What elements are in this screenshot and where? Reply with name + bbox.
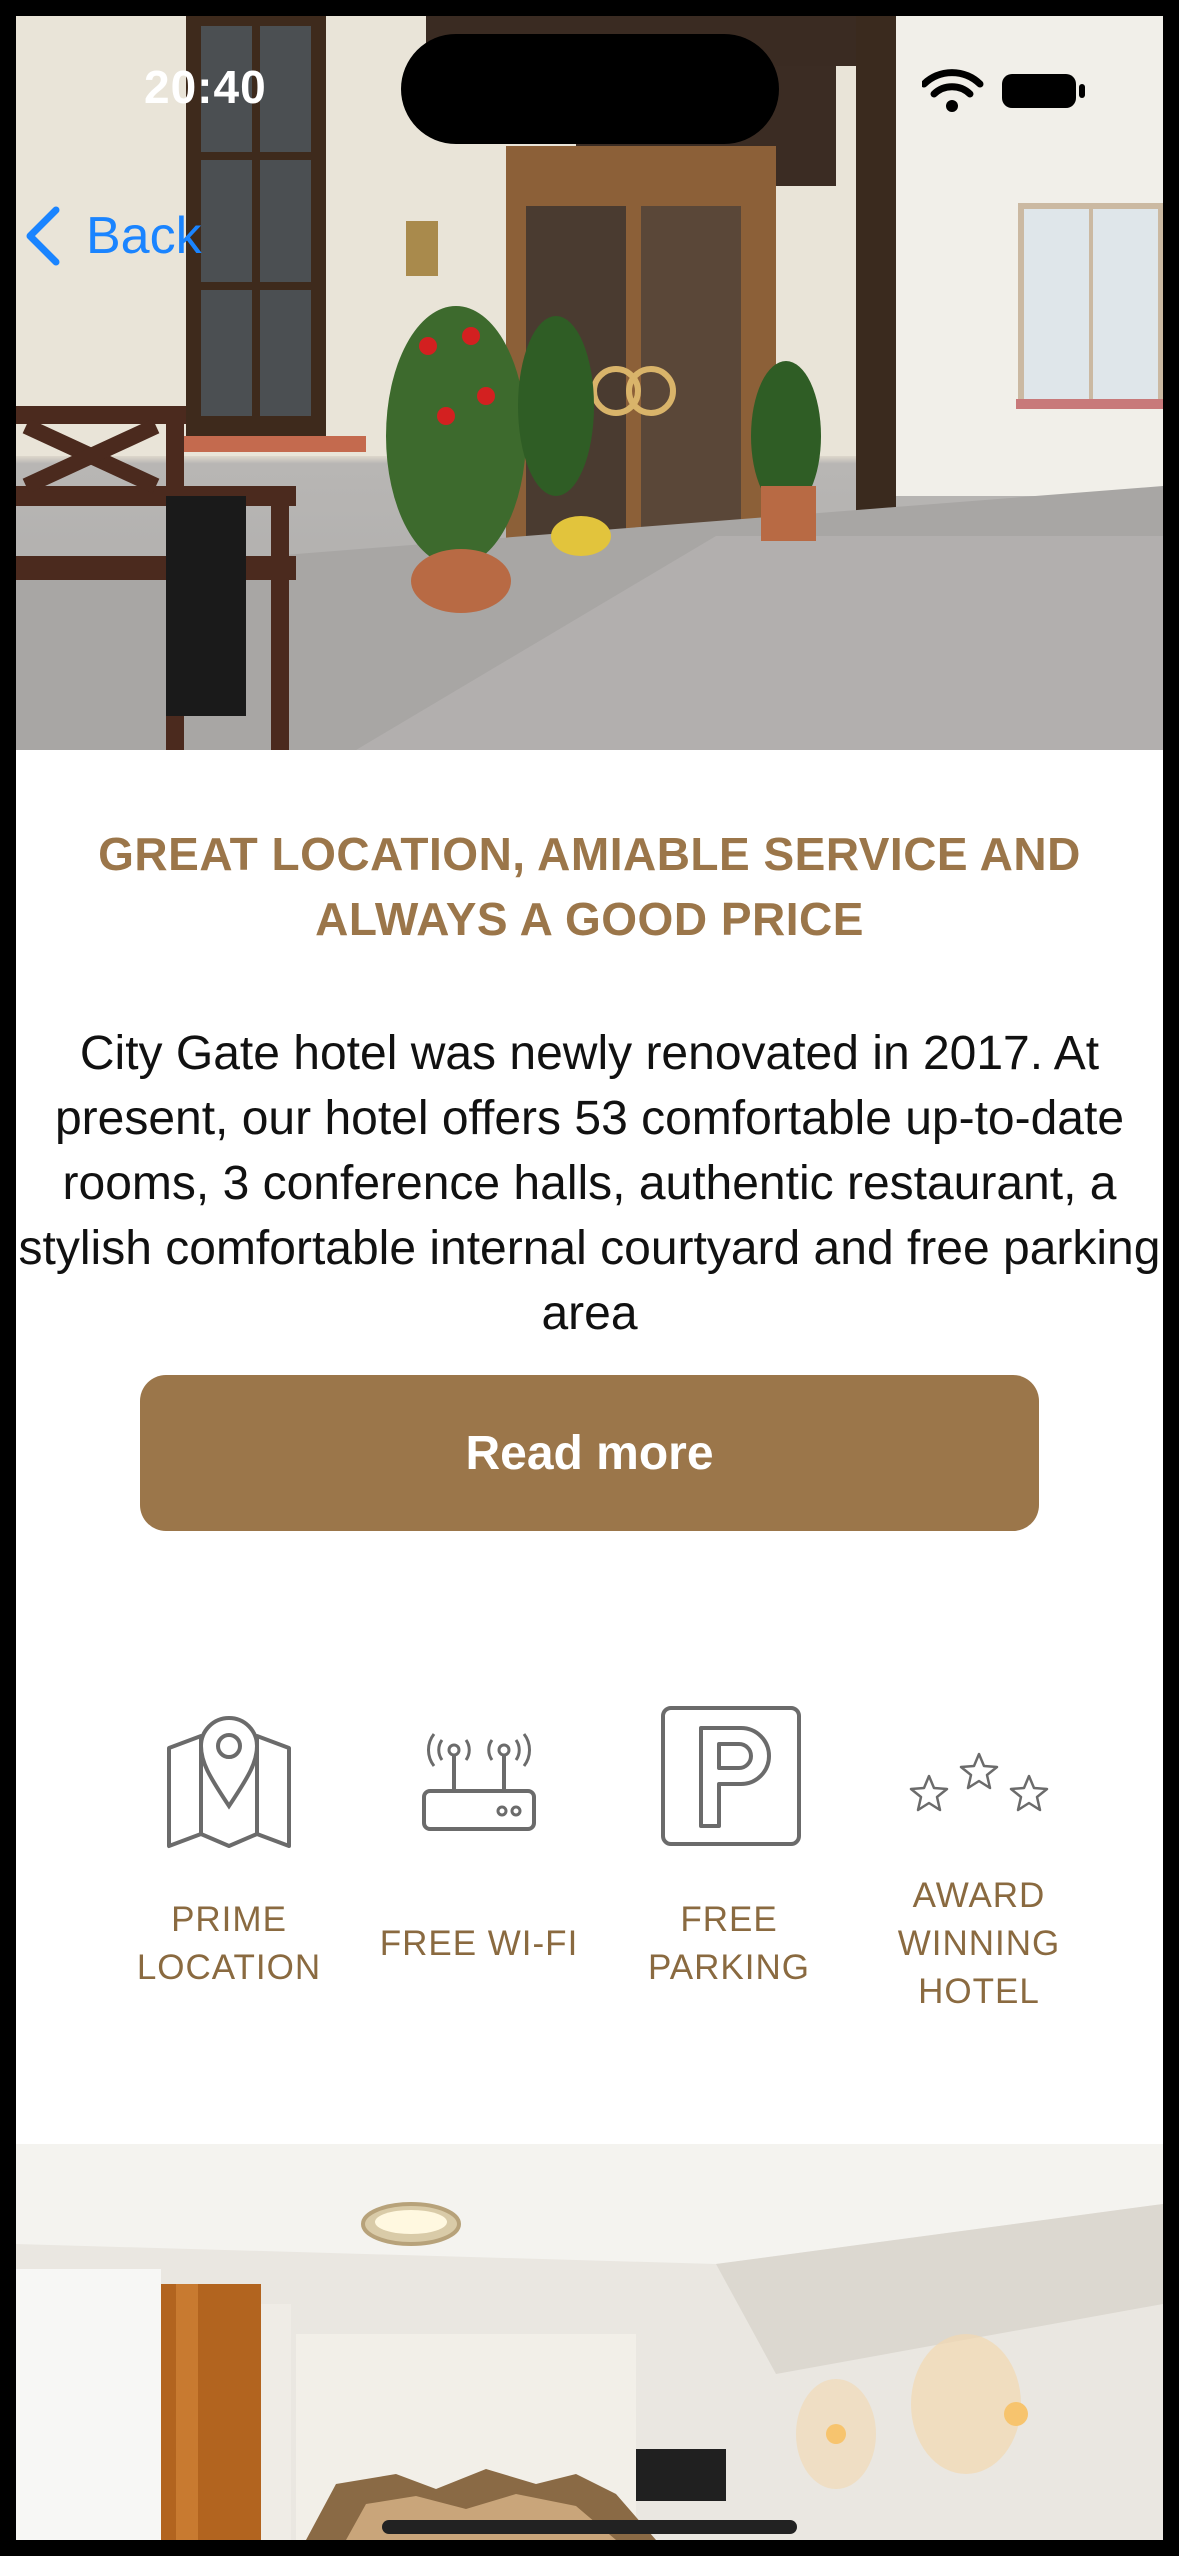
feature-label: FREE PARKING — [648, 1900, 810, 1987]
dynamic-island — [401, 34, 779, 144]
battery-icon — [1002, 74, 1085, 108]
read-more-label: Read more — [465, 1426, 714, 1480]
back-button[interactable]: Back — [22, 196, 202, 276]
feature-prime-location: PRIME LOCATION — [104, 1696, 354, 2056]
wifi-router-icon — [422, 1733, 536, 1831]
chevron-left-icon — [26, 206, 60, 266]
features-row: PRIME LOCATION FREE WI-FI FREE PARKING A… — [16, 1696, 1163, 2056]
back-label: Back — [86, 207, 202, 265]
app-screen: 20:40 Back GREAT LOCATION, AMIABLE SERVI… — [16, 16, 1163, 2540]
status-icons — [920, 68, 1092, 112]
wifi-icon — [920, 69, 984, 112]
feature-free-wifi: FREE WI-FI — [354, 1696, 604, 2056]
map-pin-icon — [167, 1716, 291, 1848]
headline: GREAT LOCATION, AMIABLE SERVICE AND ALWA… — [98, 828, 1081, 945]
hotel-description: City Gate hotel was newly renovated in 2… — [18, 1027, 1161, 1340]
feature-free-parking: FREE PARKING — [604, 1696, 854, 2056]
feature-label: PRIME LOCATION — [136, 1900, 322, 1987]
feature-label: AWARD WINNING HOTEL — [897, 1876, 1061, 2011]
hotel-room-photo — [16, 2144, 1163, 2540]
stars-icon — [909, 1752, 1049, 1812]
status-time: 20:40 — [144, 61, 267, 113]
feature-label: FREE WI-FI — [379, 1924, 579, 1963]
home-indicator[interactable] — [382, 2520, 797, 2534]
read-more-button[interactable]: Read more — [140, 1375, 1039, 1531]
parking-icon — [661, 1706, 801, 1846]
feature-award-winning: AWARD WINNING HOTEL — [854, 1696, 1104, 2056]
